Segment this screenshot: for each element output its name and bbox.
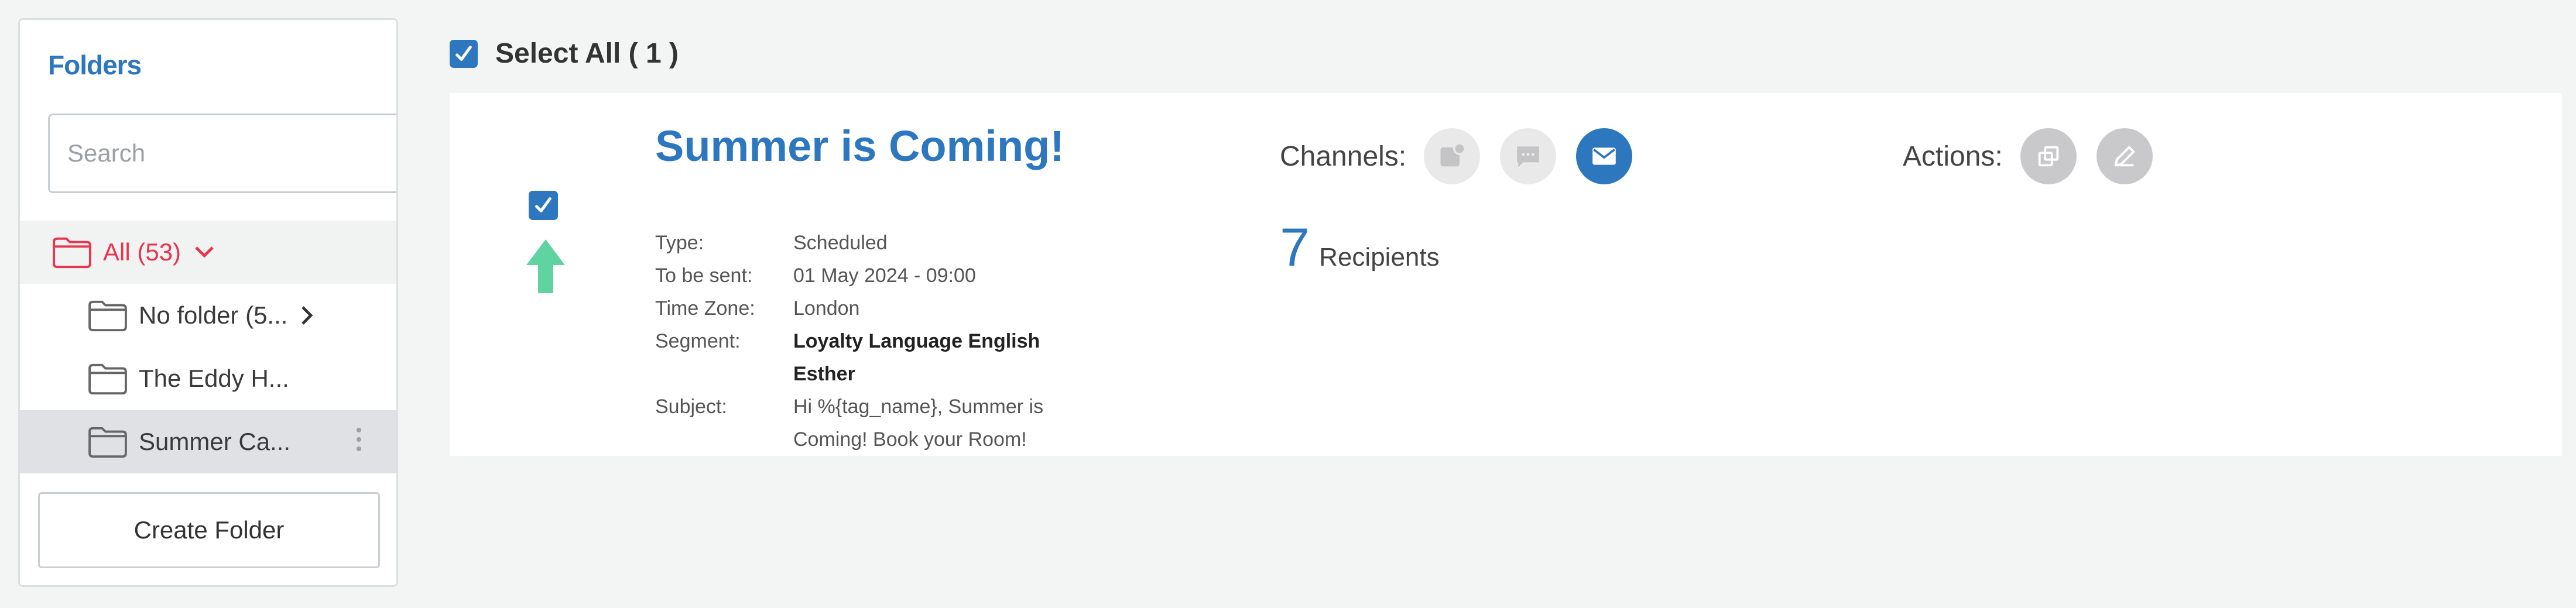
channels: Channels:	[1280, 128, 1652, 184]
folder-label: All (53)	[103, 238, 181, 266]
folder-item-eddy[interactable]: The Eddy H...	[20, 347, 396, 410]
channel-push[interactable]	[1424, 128, 1481, 184]
arrow-up-icon	[526, 239, 565, 296]
detail-subject: Subject: Hi %{tag_name}, Summer is Comin…	[655, 390, 1086, 456]
campaign-checkbox[interactable]	[529, 191, 558, 220]
select-all-checkbox[interactable]	[450, 39, 478, 68]
detail-value: London	[793, 297, 860, 320]
recipients-label: Recipients	[1319, 243, 1440, 272]
folder-label: No folder (5...	[139, 301, 288, 329]
folders-title: Folders	[48, 50, 142, 80]
folder-item-summer[interactable]: Summer Ca...	[20, 410, 396, 473]
folder-list: All (53) No folder (5... The Eddy H... S…	[20, 221, 396, 473]
campaign-details: Type: Scheduled To be sent: 01 May 2024 …	[655, 226, 1086, 456]
detail-value: Loyalty Language English Esther	[793, 330, 1040, 385]
select-all: Select All ( 1 )	[450, 37, 679, 70]
chevron-down-icon[interactable]	[194, 245, 215, 259]
email-icon	[1592, 147, 1616, 165]
folder-item-all[interactable]: All (53)	[20, 221, 396, 284]
folder-icon	[52, 235, 93, 269]
folders-panel: Folders All (53)	[18, 18, 398, 587]
campaign-card: Summer is Coming! Type: Scheduled To be …	[450, 93, 2562, 456]
chat-bubble-icon	[1517, 146, 1539, 167]
search-input[interactable]	[48, 114, 396, 193]
select-all-label: Select All ( 1 )	[495, 38, 679, 69]
detail-segment: Segment: Loyalty Language English Esther	[655, 325, 1086, 390]
create-folder-button[interactable]: Create Folder	[38, 492, 380, 568]
detail-key: Type:	[655, 232, 704, 254]
detail-value: Scheduled	[793, 232, 888, 254]
channel-sms[interactable]	[1500, 128, 1557, 184]
channels-label: Channels:	[1280, 140, 1407, 172]
detail-timezone: Time Zone: London	[655, 292, 1086, 325]
checkmark-icon	[455, 45, 472, 61]
detail-value: 01 May 2024 - 09:00	[793, 265, 976, 287]
folder-icon	[87, 298, 128, 332]
detail-send-time: To be sent: 01 May 2024 - 09:00	[655, 259, 1086, 292]
detail-key: To be sent:	[655, 265, 753, 287]
pencil-icon	[2114, 146, 2135, 167]
duplicate-icon	[2038, 146, 2058, 167]
recipients-count: 7	[1280, 218, 1310, 277]
actions-label: Actions:	[1903, 140, 2003, 172]
checkmark-icon	[535, 197, 551, 212]
folder-icon	[87, 425, 128, 459]
folder-search	[48, 114, 396, 193]
more-options-icon[interactable]	[357, 428, 361, 451]
edit-button[interactable]	[2096, 128, 2153, 184]
folder-label: The Eddy H...	[139, 365, 289, 392]
chevron-right-icon[interactable]	[300, 305, 314, 326]
detail-key: Subject:	[655, 396, 727, 418]
folder-icon	[87, 362, 128, 396]
recipients: 7 Recipients	[1280, 221, 1440, 274]
detail-key: Time Zone:	[655, 297, 755, 320]
push-notification-icon	[1440, 142, 1466, 167]
channel-email[interactable]	[1576, 128, 1633, 184]
folder-label: Summer Ca...	[139, 428, 291, 455]
folder-item-no-folder[interactable]: No folder (5...	[20, 284, 396, 347]
campaign-title[interactable]: Summer is Coming!	[655, 121, 1064, 171]
duplicate-button[interactable]	[2020, 128, 2077, 184]
actions: Actions:	[1903, 128, 2173, 184]
detail-type: Type: Scheduled	[655, 226, 1086, 259]
detail-key: Segment:	[655, 330, 741, 352]
detail-value: Hi %{tag_name}, Summer is Coming! Book y…	[793, 396, 1044, 451]
